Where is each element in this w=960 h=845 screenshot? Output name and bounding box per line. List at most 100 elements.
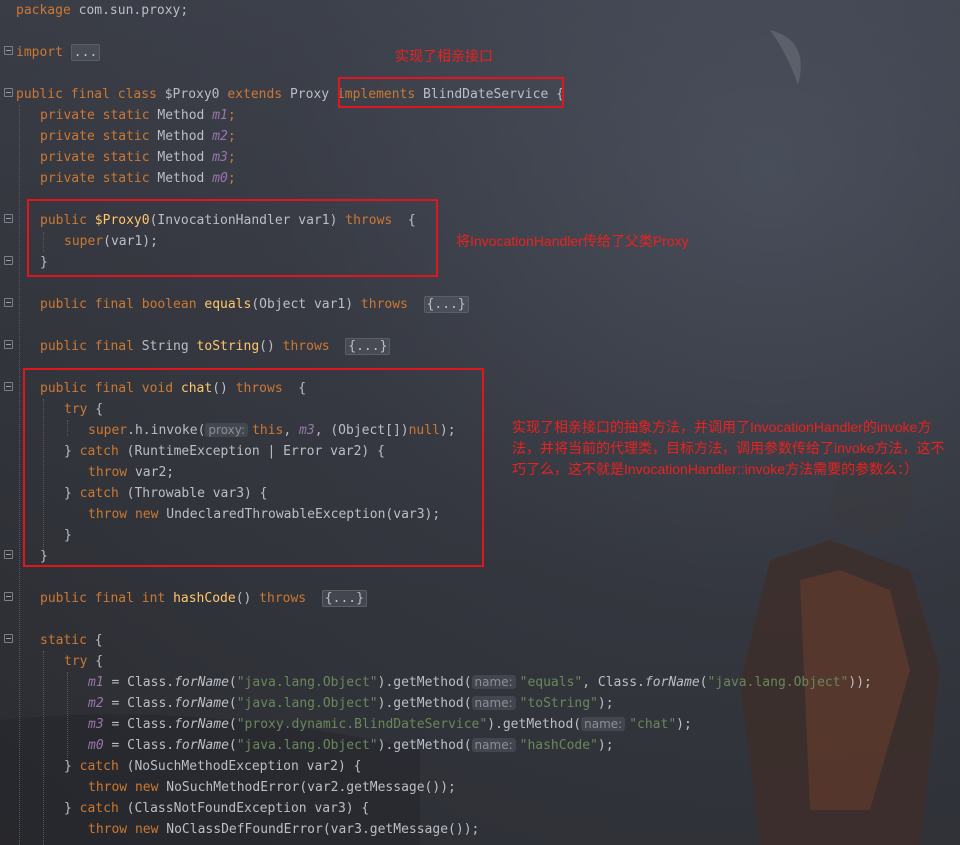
paren: ( xyxy=(228,696,237,711)
keyword: private static xyxy=(40,108,150,123)
code-line-hashcode[interactable]: public final int hashCode() throws {...} xyxy=(40,588,367,609)
type: Method xyxy=(149,108,213,123)
indent-guide xyxy=(43,651,45,845)
string-literal: "equals" xyxy=(519,675,583,690)
string-literal: "java.lang.Object" xyxy=(236,675,378,690)
folded-body[interactable]: {...} xyxy=(423,296,469,313)
static-method: forName xyxy=(174,696,229,711)
code-line-field[interactable]: private static Method m3; xyxy=(40,147,236,168)
code-line-try[interactable]: try { xyxy=(64,651,103,672)
type: Method xyxy=(149,150,213,165)
code-line-tostring[interactable]: public final String toString() throws {.… xyxy=(40,336,391,357)
class-ref: Class. xyxy=(127,696,175,711)
highlight-box-constructor xyxy=(27,199,438,277)
field-ref: m0 xyxy=(88,738,104,753)
fold-marker-static[interactable] xyxy=(4,634,13,643)
throw-expr: NoClassDefFoundError(var3.getMessage()); xyxy=(158,822,480,837)
catch-keyword: catch xyxy=(79,801,119,816)
code-line-assign-m3[interactable]: m3 = Class.forName("proxy.dynamic.BlindD… xyxy=(88,714,692,735)
assign: = xyxy=(103,696,128,711)
folded-body[interactable]: {...} xyxy=(321,590,367,607)
parameter-hint: name: xyxy=(471,675,516,689)
field-ref: m3 xyxy=(88,717,104,732)
class-ref: Class. xyxy=(127,717,175,732)
code-line-import[interactable]: import ... xyxy=(16,42,101,63)
fold-marker-constructor-end[interactable] xyxy=(4,256,13,265)
code-line-static[interactable]: static { xyxy=(40,630,103,651)
keyword: public final int xyxy=(40,591,174,606)
type: Method xyxy=(149,129,213,144)
folded-body[interactable]: {...} xyxy=(345,338,391,355)
assign: = xyxy=(103,717,128,732)
package-name: com.sun.proxy; xyxy=(70,3,189,18)
separator: , xyxy=(582,675,598,690)
fold-marker-tostring[interactable] xyxy=(4,340,13,349)
code-line-catch[interactable]: } catch (ClassNotFoundException var3) { xyxy=(64,798,369,819)
string-literal: "java.lang.Object" xyxy=(236,696,378,711)
end: ); xyxy=(597,738,614,753)
string-literal: "java.lang.Object" xyxy=(236,738,378,753)
code-editor[interactable]: package com.sun.proxy; import ... public… xyxy=(0,0,960,845)
code-line-field[interactable]: private static Method m1; xyxy=(40,105,236,126)
code-line-assign-m2[interactable]: m2 = Class.forName("java.lang.Object").g… xyxy=(88,693,614,714)
keyword: private static xyxy=(40,150,150,165)
fold-marker-import[interactable] xyxy=(4,46,13,55)
highlight-box-implements xyxy=(338,77,564,108)
code-line-field[interactable]: private static Method m2; xyxy=(40,126,236,147)
fold-marker-hashcode[interactable] xyxy=(4,592,13,601)
code-line-package[interactable]: package com.sun.proxy; xyxy=(16,0,188,21)
code-line-catch[interactable]: } catch (NoSuchMethodException var2) { xyxy=(64,756,361,777)
string-literal: "toString" xyxy=(519,696,598,711)
end: ); xyxy=(597,696,614,711)
semicolon: ; xyxy=(227,108,236,123)
paren: ) xyxy=(487,717,496,732)
static-method: forName xyxy=(174,717,229,732)
static-method: forName xyxy=(174,675,229,690)
catch-clause: (NoSuchMethodException var2) { xyxy=(118,759,362,774)
field-name: m3 xyxy=(212,150,228,165)
parameter-hint: name: xyxy=(471,696,516,710)
fold-marker-class[interactable] xyxy=(4,88,13,97)
fold-marker-equals[interactable] xyxy=(4,298,13,307)
code-line-throw[interactable]: throw new NoClassDefFoundError(var3.getM… xyxy=(88,819,479,840)
getmethod-call: .getMethod( xyxy=(495,717,582,732)
import-fold[interactable]: ... xyxy=(70,44,101,61)
try-keyword: try xyxy=(64,654,88,669)
string-literal: "java.lang.Object" xyxy=(707,675,849,690)
fold-marker-chat[interactable] xyxy=(4,382,13,391)
code-line-throw[interactable]: throw new NoSuchMethodError(var2.getMess… xyxy=(88,777,456,798)
field-ref: m1 xyxy=(88,675,104,690)
parameter-hint: name: xyxy=(581,717,626,731)
fold-marker-chat-end[interactable] xyxy=(4,550,13,559)
code-line-assign-m0[interactable]: m0 = Class.forName("java.lang.Object").g… xyxy=(88,735,614,756)
fold-marker-constructor[interactable] xyxy=(4,214,13,223)
brace: } xyxy=(64,759,80,774)
annotation-note-constructor: 将InvocationHandler传给了父类Proxy xyxy=(456,233,689,249)
parameter-hint: name: xyxy=(471,738,516,752)
end: )); xyxy=(848,675,872,690)
throw-keyword: throw xyxy=(88,780,128,795)
field-name: m2 xyxy=(212,129,228,144)
paren: ( xyxy=(228,717,237,732)
new-keyword: new xyxy=(134,780,159,795)
brace: { xyxy=(87,654,104,669)
keyword: package xyxy=(16,3,71,18)
keyword: public final xyxy=(40,339,142,354)
semicolon: ; xyxy=(227,129,236,144)
paren: ( xyxy=(228,738,237,753)
params: () xyxy=(259,339,283,354)
end: ); xyxy=(676,717,692,732)
code-line-assign-m1[interactable]: m1 = Class.forName("java.lang.Object").g… xyxy=(88,672,872,693)
editor-gutter xyxy=(0,0,14,845)
string-literal: "chat" xyxy=(629,717,677,732)
static-method: forName xyxy=(644,675,700,690)
semicolon: ; xyxy=(227,150,236,165)
getmethod-call: .getMethod( xyxy=(385,675,472,690)
code-line-field[interactable]: private static Method m0; xyxy=(40,168,236,189)
method-name: toString xyxy=(196,339,260,354)
brace: { xyxy=(86,633,103,648)
class-ref: Class. xyxy=(597,675,645,690)
keyword: private static xyxy=(40,129,150,144)
method-name: hashCode xyxy=(173,591,236,606)
code-line-equals[interactable]: public final boolean equals(Object var1)… xyxy=(40,294,469,315)
